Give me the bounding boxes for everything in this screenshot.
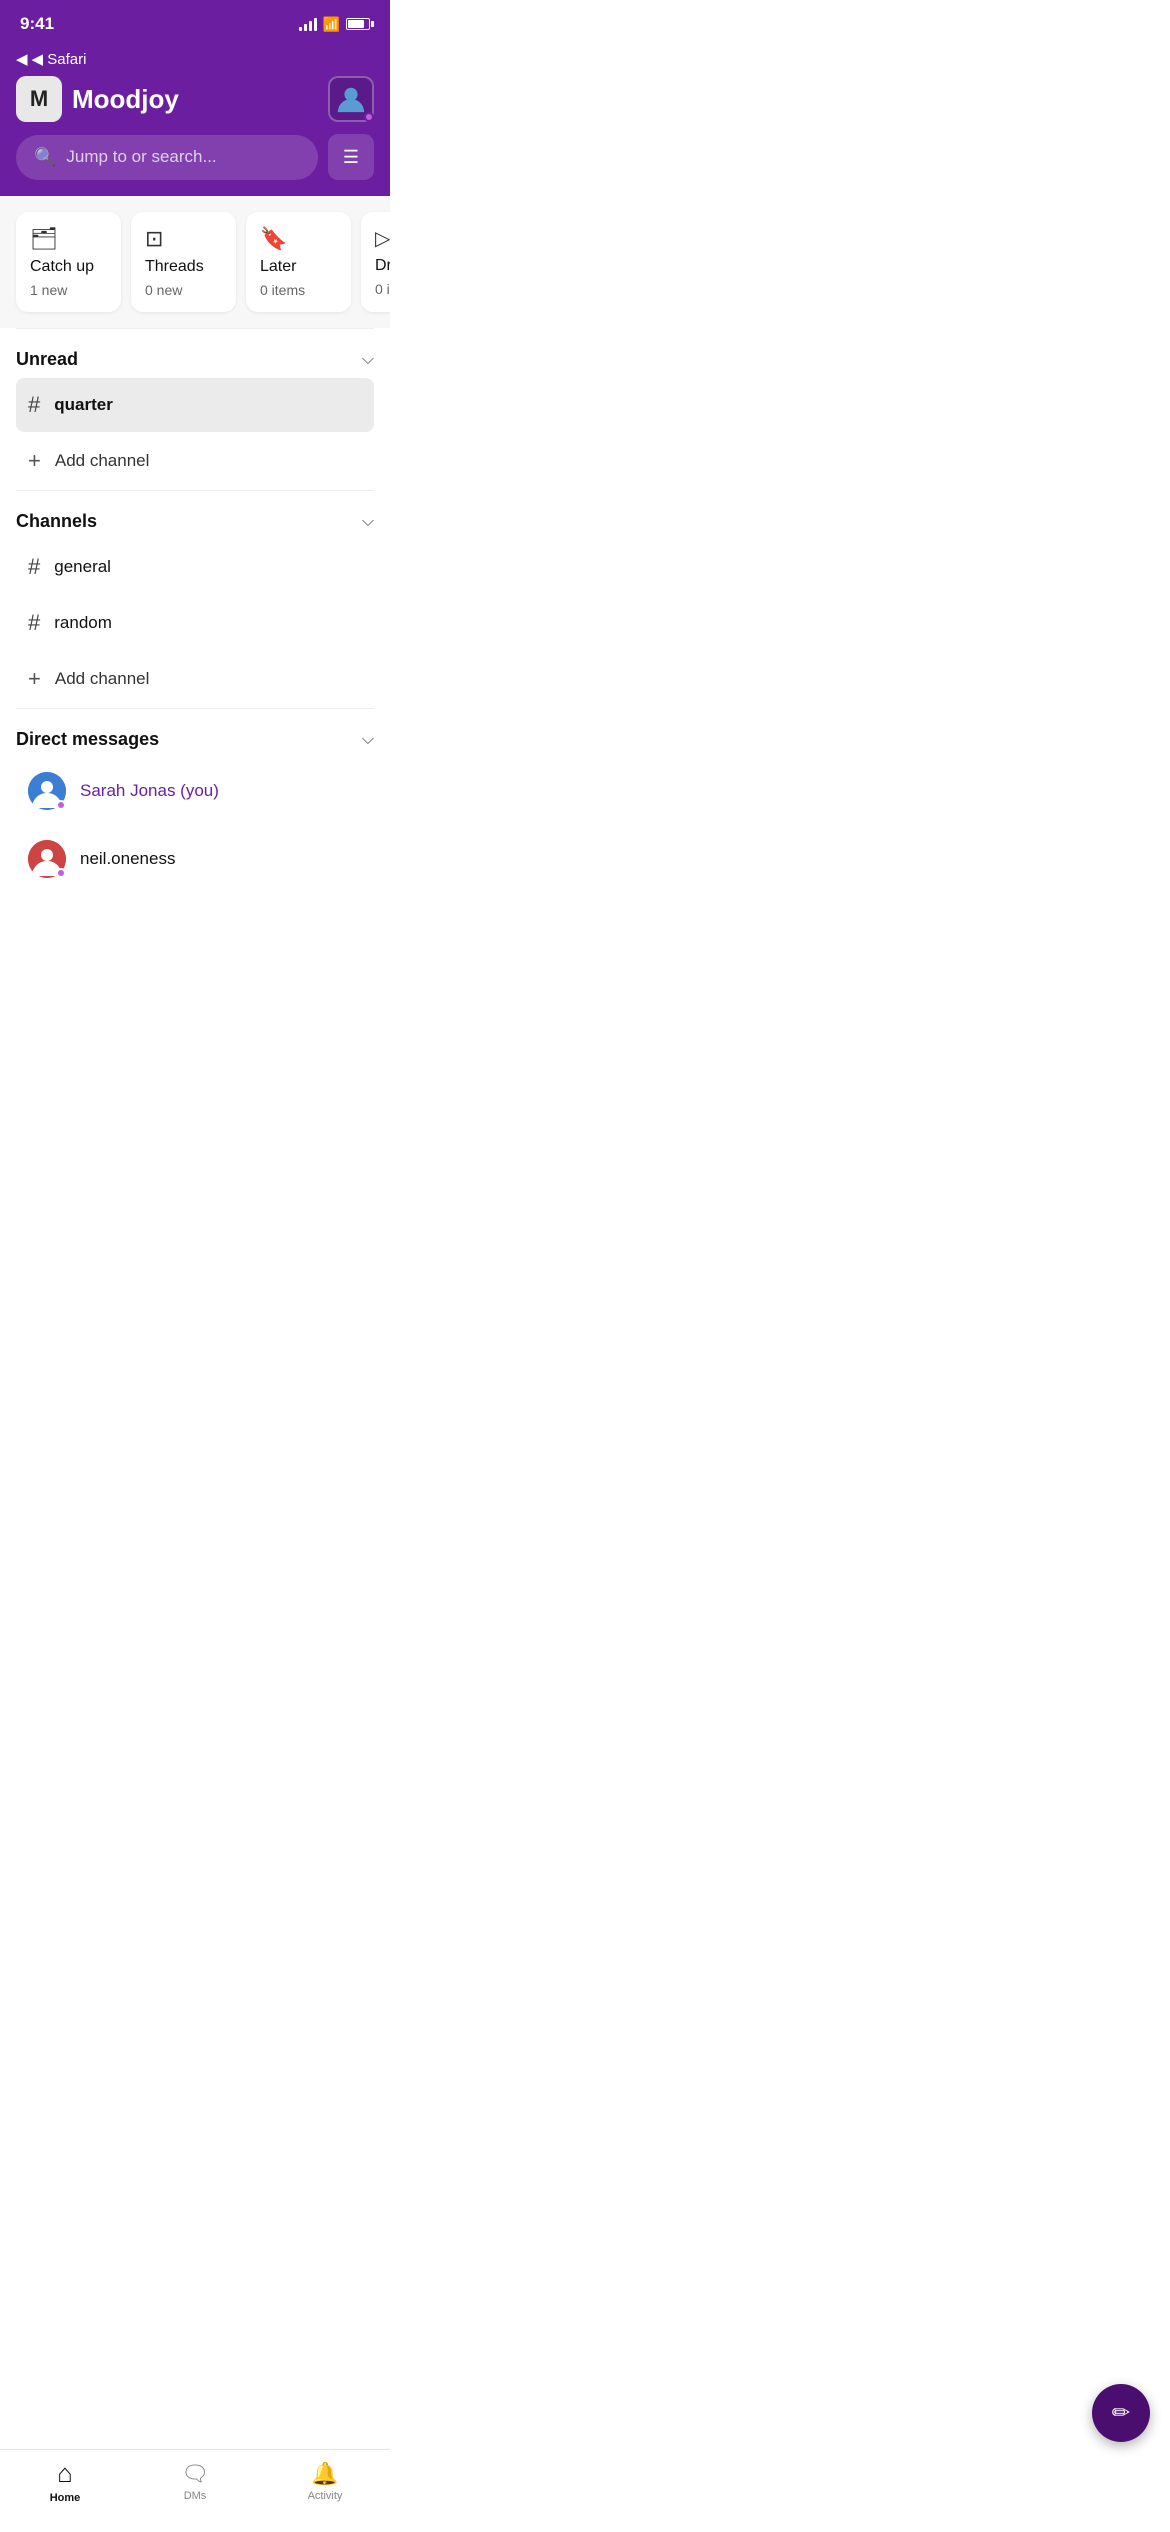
later-title: Later bbox=[260, 258, 337, 276]
filter-icon: ☰ bbox=[343, 147, 359, 168]
quick-access-section: 🗂 Catch up 1 new ⊡ Threads 0 new 🔖 Later… bbox=[0, 196, 390, 328]
workspace-logo[interactable]: M bbox=[16, 76, 62, 122]
channels-header[interactable]: Channels ⌵ bbox=[16, 490, 374, 540]
header: ◀ ◀ Safari M Moodjoy 🔍 Jump to or search… bbox=[0, 42, 390, 196]
wifi-icon: 📶 bbox=[323, 16, 340, 33]
threads-sub: 0 new bbox=[145, 282, 222, 298]
drafts-title: Drafts bbox=[375, 257, 390, 275]
person-icon bbox=[336, 84, 366, 114]
activity-icon: 🔔 bbox=[311, 2461, 338, 2487]
unread-chevron-icon: ⌵ bbox=[362, 351, 374, 369]
battery-icon bbox=[346, 18, 370, 30]
add-channel-label: Add channel bbox=[55, 669, 150, 689]
dm-sarah-jonas[interactable]: Sarah Jonas (you) bbox=[16, 758, 374, 824]
drafts-card[interactable]: ▷ Drafts 0 items bbox=[361, 212, 390, 312]
channels-section: Channels ⌵ # general # random + Add chan… bbox=[0, 490, 390, 706]
later-card[interactable]: 🔖 Later 0 items bbox=[246, 212, 351, 312]
add-channel-label: Add channel bbox=[55, 451, 150, 471]
dm-title: Direct messages bbox=[16, 729, 159, 750]
threads-card[interactable]: ⊡ Threads 0 new bbox=[131, 212, 236, 312]
later-icon: 🔖 bbox=[260, 226, 337, 252]
dms-icon: 🗨 bbox=[181, 2461, 209, 2487]
header-row: M Moodjoy bbox=[16, 76, 374, 122]
filter-button[interactable]: ☰ bbox=[328, 134, 374, 180]
dm-name: Sarah Jonas (you) bbox=[80, 781, 219, 801]
search-row: 🔍 Jump to or search... ☰ bbox=[16, 134, 374, 180]
add-icon: + bbox=[28, 448, 41, 474]
dm-avatar-sarah bbox=[28, 772, 66, 810]
workspace-name: Moodjoy bbox=[72, 84, 179, 115]
dm-neil-oneness[interactable]: neil.oneness bbox=[16, 826, 374, 892]
threads-title: Threads bbox=[145, 258, 222, 276]
avatar-status-dot bbox=[364, 112, 374, 122]
status-bar: 9:41 📶 bbox=[0, 0, 390, 42]
unread-channel-quarter[interactable]: # quarter bbox=[16, 378, 374, 432]
channel-name: general bbox=[54, 557, 111, 577]
channel-name: quarter bbox=[54, 395, 113, 415]
tab-activity-label: Activity bbox=[308, 2490, 343, 2502]
tab-bar: ⌂ Home 🗨 DMs 🔔 Activity bbox=[0, 2449, 390, 2532]
channel-general[interactable]: # general bbox=[16, 540, 374, 594]
drafts-icon: ▷ bbox=[375, 226, 390, 251]
channels-chevron-icon: ⌵ bbox=[362, 513, 374, 531]
user-avatar-button[interactable] bbox=[328, 76, 374, 122]
tab-home[interactable]: ⌂ Home bbox=[0, 2458, 130, 2504]
catchup-card[interactable]: 🗂 Catch up 1 new bbox=[16, 212, 121, 312]
threads-icon: ⊡ bbox=[145, 226, 222, 252]
add-icon: + bbox=[28, 666, 41, 692]
search-placeholder: Jump to or search... bbox=[66, 147, 216, 167]
unread-title: Unread bbox=[16, 349, 78, 370]
tab-dms-label: DMs bbox=[184, 2490, 207, 2502]
channel-name: random bbox=[54, 613, 112, 633]
dm-name: neil.oneness bbox=[80, 849, 175, 869]
channel-hash-icon: # bbox=[28, 554, 40, 580]
dm-status-dot bbox=[56, 868, 66, 878]
catchup-sub: 1 new bbox=[30, 282, 107, 298]
unread-header[interactable]: Unread ⌵ bbox=[16, 328, 374, 378]
catchup-icon: 🗂 bbox=[30, 226, 107, 252]
channel-random[interactable]: # random bbox=[16, 596, 374, 650]
catchup-title: Catch up bbox=[30, 258, 107, 276]
channel-hash-icon: # bbox=[28, 392, 40, 418]
dm-status-dot bbox=[56, 800, 66, 810]
dm-avatar-neil bbox=[28, 840, 66, 878]
search-bar[interactable]: 🔍 Jump to or search... bbox=[16, 135, 318, 180]
dm-chevron-icon: ⌵ bbox=[362, 731, 374, 749]
safari-back[interactable]: ◀ ◀ Safari bbox=[16, 50, 374, 68]
drafts-sub: 0 items bbox=[375, 281, 390, 297]
direct-messages-section: Direct messages ⌵ Sarah Jonas (you) bbox=[0, 708, 390, 892]
unread-add-channel[interactable]: + Add channel bbox=[16, 434, 374, 488]
channels-add-channel[interactable]: + Add channel bbox=[16, 652, 374, 706]
back-arrow-icon: ◀ bbox=[16, 50, 28, 68]
search-icon: 🔍 bbox=[34, 147, 56, 168]
tab-dms[interactable]: 🗨 DMs bbox=[130, 2461, 260, 2502]
compose-icon: ✏ bbox=[1112, 2400, 1130, 2426]
status-icons: 📶 bbox=[299, 16, 370, 33]
home-icon: ⌂ bbox=[57, 2458, 73, 2489]
later-sub: 0 items bbox=[260, 282, 337, 298]
header-left: M Moodjoy bbox=[16, 76, 179, 122]
compose-fab-button[interactable]: ✏ bbox=[1092, 2384, 1150, 2442]
tab-home-label: Home bbox=[50, 2492, 81, 2504]
dm-header[interactable]: Direct messages ⌵ bbox=[16, 708, 374, 758]
channels-title: Channels bbox=[16, 511, 97, 532]
signal-icon bbox=[299, 17, 317, 31]
channel-hash-icon: # bbox=[28, 610, 40, 636]
unread-section: Unread ⌵ # quarter + Add channel bbox=[0, 328, 390, 488]
tab-activity[interactable]: 🔔 Activity bbox=[260, 2461, 390, 2502]
status-time: 9:41 bbox=[20, 14, 54, 34]
